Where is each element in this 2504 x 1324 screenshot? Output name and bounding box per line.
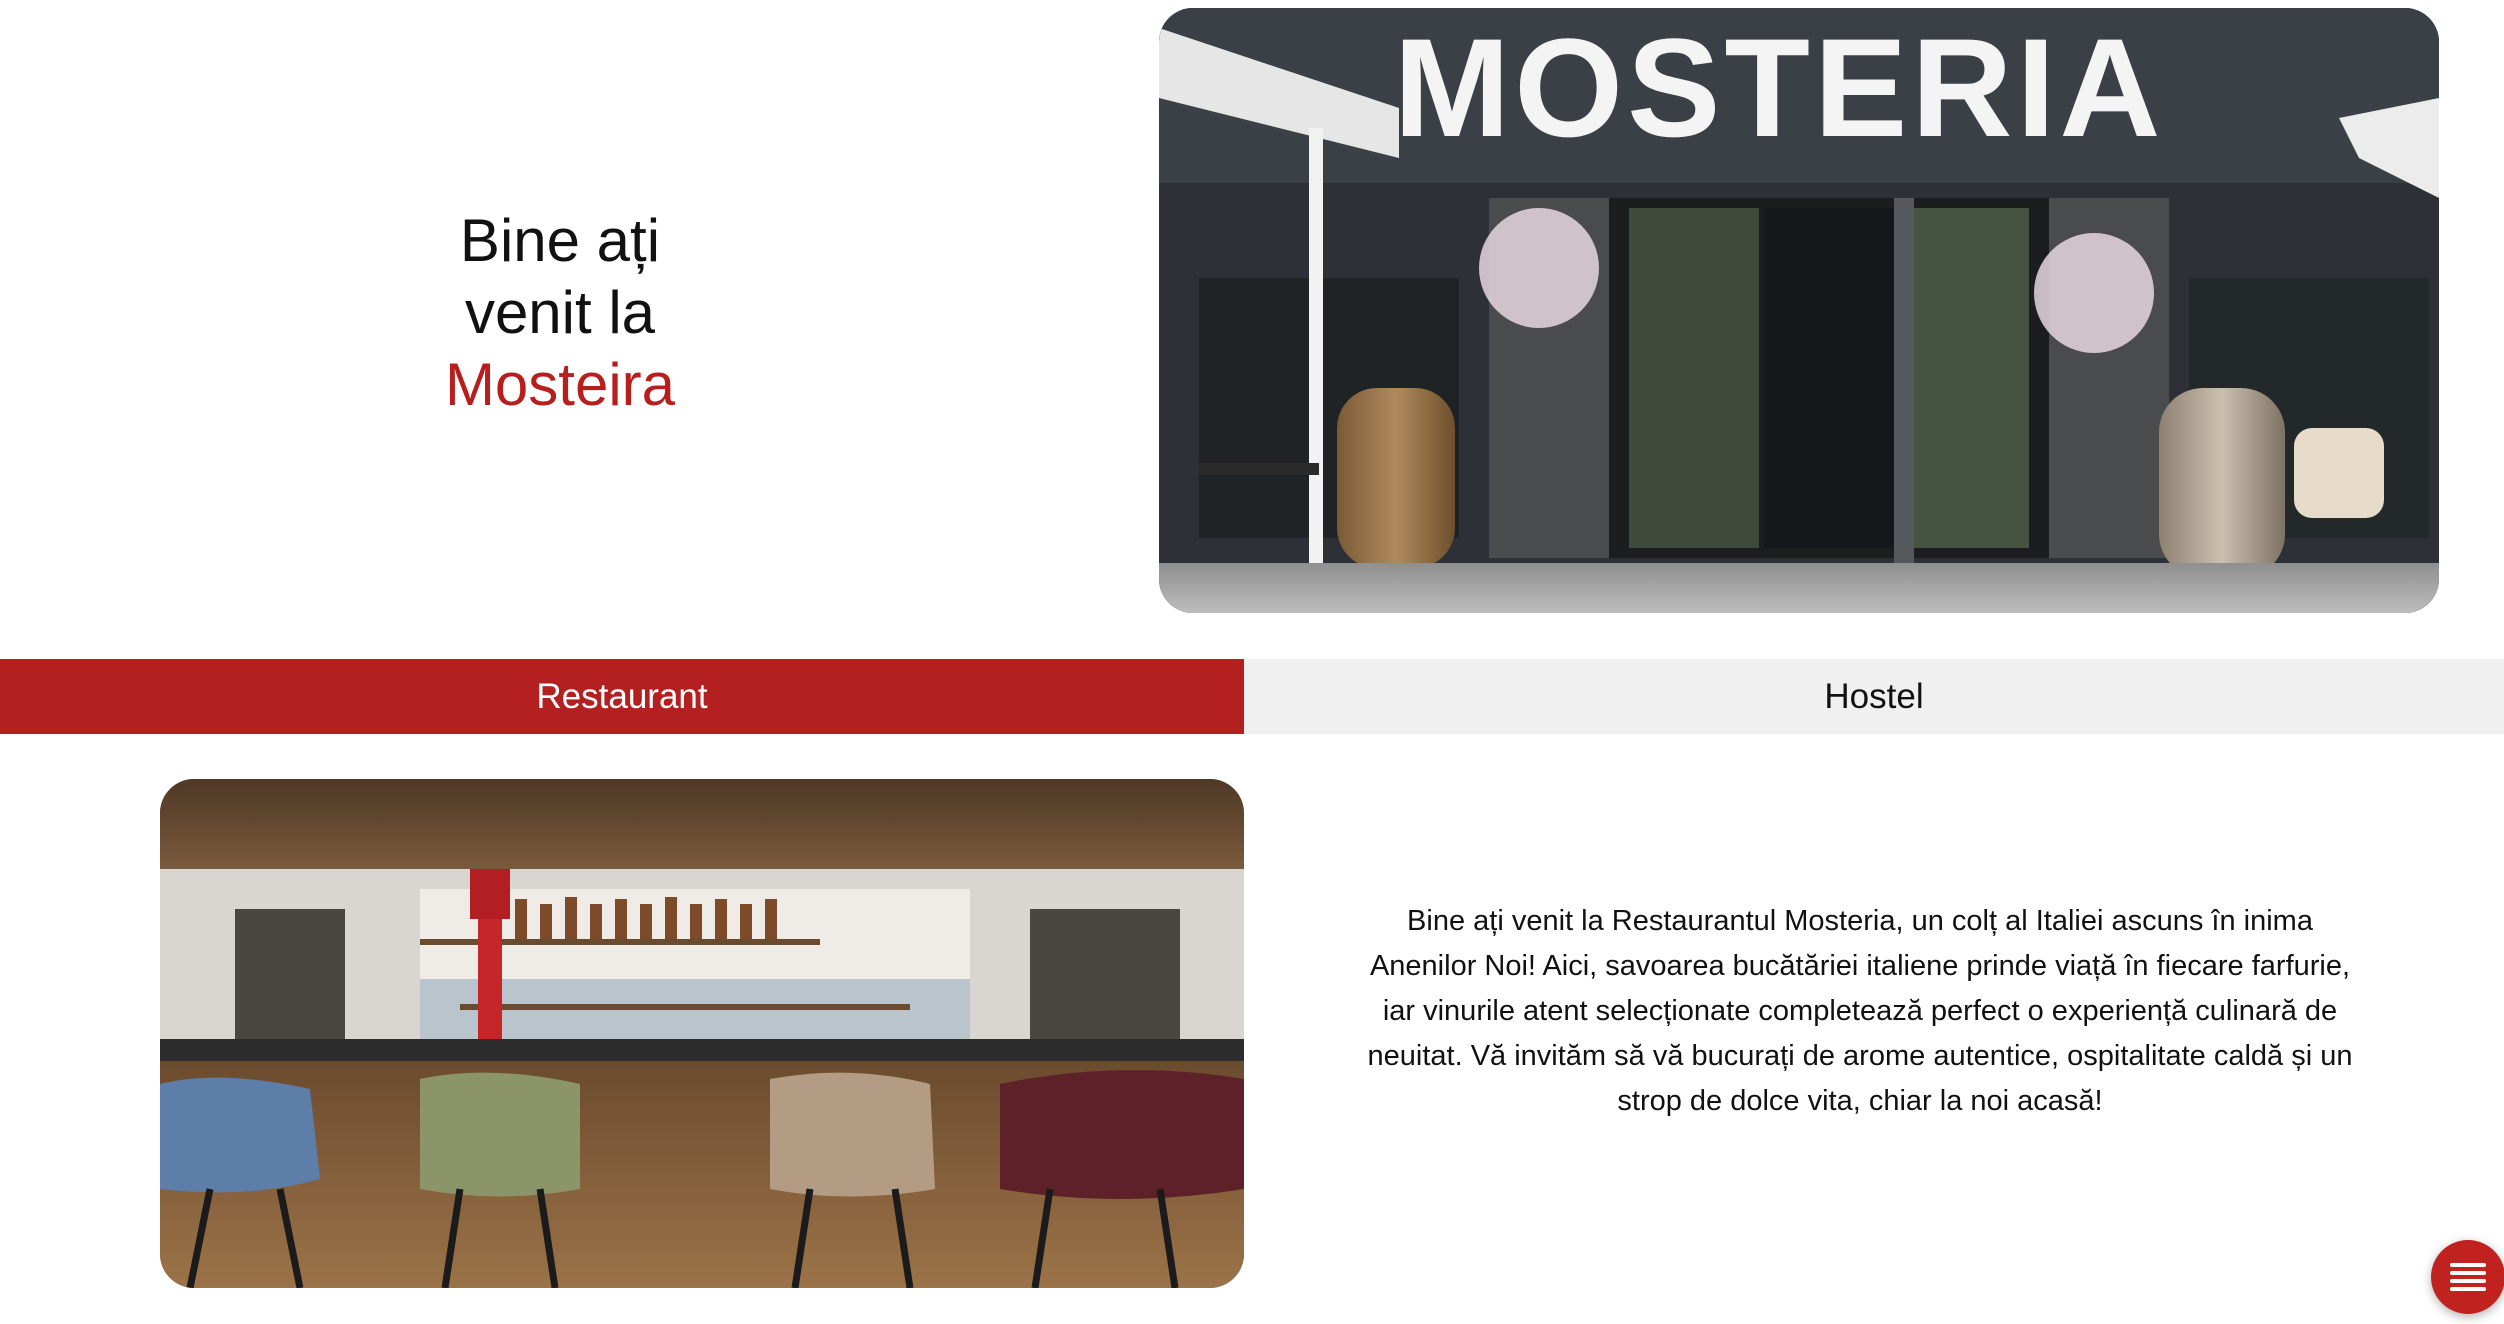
hero-brand-name: Mosteira bbox=[444, 351, 676, 418]
bar-interior-illustration bbox=[160, 779, 1244, 1288]
storefront-illustration: MOSTERIA bbox=[1159, 8, 2439, 613]
tab-hostel[interactable]: Hostel bbox=[1244, 659, 2504, 734]
tab-hostel-label: Hostel bbox=[1824, 676, 1924, 716]
tab-restaurant[interactable]: Restaurant bbox=[0, 659, 1244, 734]
storefront-photo: MOSTERIA bbox=[1159, 8, 2439, 613]
venue-tabs: Restaurant Hostel bbox=[0, 659, 2504, 734]
bar-interior-photo bbox=[160, 779, 1244, 1288]
restaurant-intro-text: Bine ați venit la Restaurantul Mosteria,… bbox=[1367, 905, 2353, 1117]
hamburger-menu-icon bbox=[2450, 1263, 2486, 1291]
store-sign-text: MOSTERIA bbox=[1394, 9, 2165, 166]
tab-restaurant-label: Restaurant bbox=[536, 676, 708, 716]
hero-title: Bine ați venit la Mosteira bbox=[370, 205, 750, 421]
menu-button[interactable] bbox=[2431, 1240, 2504, 1314]
hero-title-line2: venit la bbox=[464, 279, 656, 346]
hero-title-line1: Bine ați bbox=[459, 207, 661, 274]
